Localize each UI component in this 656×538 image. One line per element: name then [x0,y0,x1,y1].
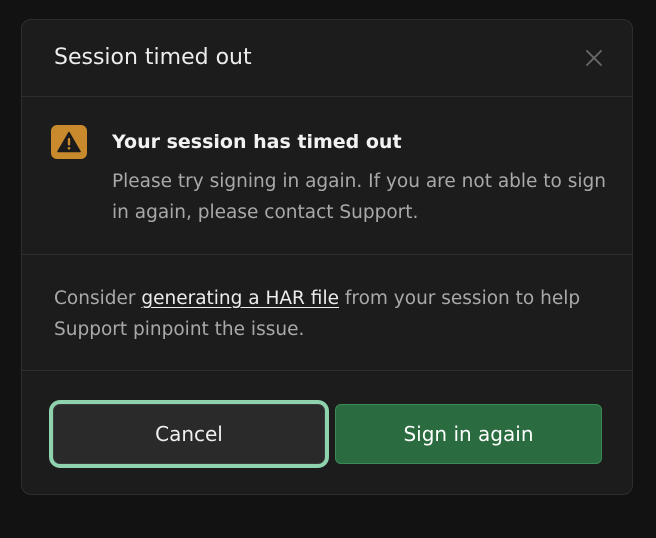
har-prefix: Consider [54,288,142,309]
session-timeout-dialog: Session timed out Your session has timed… [21,19,633,495]
alert-body: Please try signing in again. If you are … [112,171,607,223]
cancel-button[interactable]: Cancel [53,404,325,464]
har-file-link[interactable]: generating a HAR file [141,288,339,309]
har-paragraph: Consider generating a HAR file from your… [54,283,614,345]
warning-triangle-icon [51,125,87,159]
close-icon[interactable] [582,46,606,70]
alert-section: Your session has timed out Please try si… [22,97,632,255]
alert-title: Your session has timed out [112,131,402,153]
dialog-title: Session timed out [54,45,252,70]
dialog-header: Session timed out [22,20,632,97]
har-section: Consider generating a HAR file from your… [22,255,632,371]
sign-in-again-button[interactable]: Sign in again [335,404,602,464]
